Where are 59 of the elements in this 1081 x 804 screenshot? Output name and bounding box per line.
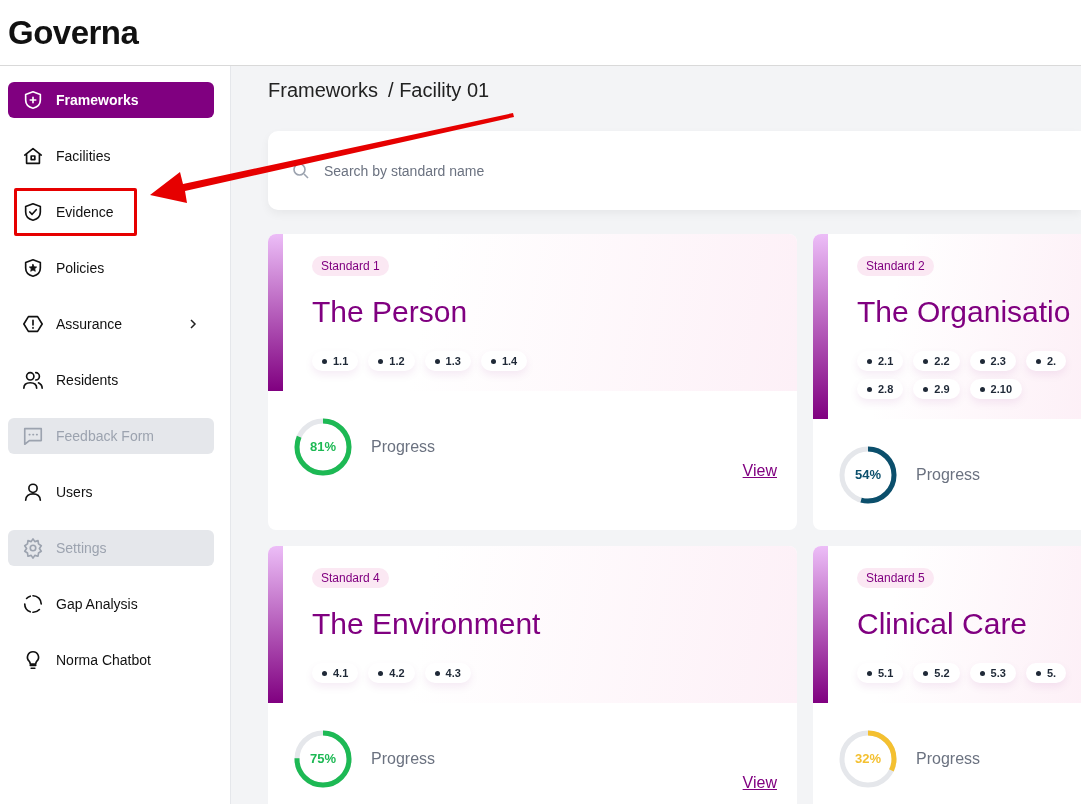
- view-link[interactable]: View: [742, 462, 777, 480]
- standard-badge: Standard 1: [312, 256, 389, 276]
- section-chip[interactable]: 4.2: [368, 663, 415, 683]
- section-chip[interactable]: 5.: [1025, 663, 1067, 683]
- progress-ring: 81%: [293, 416, 353, 477]
- chat-icon: [22, 425, 44, 447]
- section-chip[interactable]: 5.3: [969, 663, 1016, 683]
- section-chip[interactable]: 2.: [1025, 351, 1067, 371]
- progress-label: Progress: [371, 437, 436, 456]
- standard-title: The Environment: [312, 607, 541, 641]
- section-chip[interactable]: 2.2: [913, 351, 960, 371]
- user-icon: [22, 481, 44, 503]
- shield-star-icon: [22, 257, 44, 279]
- sidebar-item[interactable]: Evidence: [8, 194, 214, 230]
- progress-label: Progress: [371, 749, 436, 768]
- view-link[interactable]: View: [742, 774, 777, 792]
- section-chip[interactable]: 2.1: [857, 351, 904, 371]
- progress-ring: 54%: [838, 444, 898, 505]
- sidebar-item[interactable]: Facilities: [8, 138, 214, 174]
- section-chip[interactable]: 1.1: [312, 351, 359, 371]
- search-field[interactable]: Search by standard name: [268, 131, 1081, 210]
- sidebar-item[interactable]: Residents: [8, 362, 214, 398]
- breadcrumb-link[interactable]: Frameworks: [268, 78, 378, 102]
- shield-check-icon: [22, 201, 44, 223]
- standard-badge: Standard 5: [857, 568, 934, 588]
- section-chip[interactable]: 4.3: [424, 663, 471, 683]
- section-chip[interactable]: 5.2: [913, 663, 960, 683]
- breadcrumb-current: / Facility 01: [388, 78, 490, 102]
- users-icon: [22, 369, 44, 391]
- logo: Governa: [8, 13, 139, 52]
- progress-label: Progress: [916, 465, 981, 484]
- section-chip[interactable]: 2.8: [857, 379, 904, 399]
- section-chip[interactable]: 5.1: [857, 663, 904, 683]
- shield-plus-icon: [22, 89, 44, 111]
- progress-label: Progress: [916, 749, 981, 768]
- warning-hexagon-icon: [22, 313, 44, 335]
- standard-title: Clinical Care: [857, 607, 1029, 641]
- search-icon: [292, 162, 310, 180]
- sidebar-item[interactable]: Norma Chatbot: [8, 642, 214, 678]
- sidebar-item[interactable]: Policies: [8, 250, 214, 286]
- standard-title: The Organisatio: [857, 295, 1071, 329]
- standard-title: The Person: [312, 295, 469, 329]
- sidebar-item[interactable]: Gap Analysis: [8, 586, 214, 622]
- sidebar-item[interactable]: Assurance: [8, 306, 214, 342]
- section-chip[interactable]: 1.4: [480, 351, 528, 371]
- section-chip[interactable]: 1.3: [424, 351, 471, 371]
- gear-icon: [22, 537, 44, 559]
- section-chip[interactable]: 2.3: [969, 351, 1016, 371]
- section-chip[interactable]: 2.10: [969, 379, 1022, 399]
- sidebar-item[interactable]: Users: [8, 474, 214, 510]
- standard-badge: Standard 2: [857, 256, 934, 276]
- progress-ring: 32%: [838, 728, 898, 789]
- standard-badge: Standard 4: [312, 568, 389, 588]
- section-chip[interactable]: 1.2: [368, 351, 415, 371]
- progress-ring: 75%: [293, 728, 353, 789]
- house-icon: [22, 145, 44, 167]
- section-chip[interactable]: 2.9: [913, 379, 960, 399]
- sidebar-item[interactable]: Frameworks: [8, 82, 214, 118]
- section-chip[interactable]: 4.1: [312, 663, 359, 683]
